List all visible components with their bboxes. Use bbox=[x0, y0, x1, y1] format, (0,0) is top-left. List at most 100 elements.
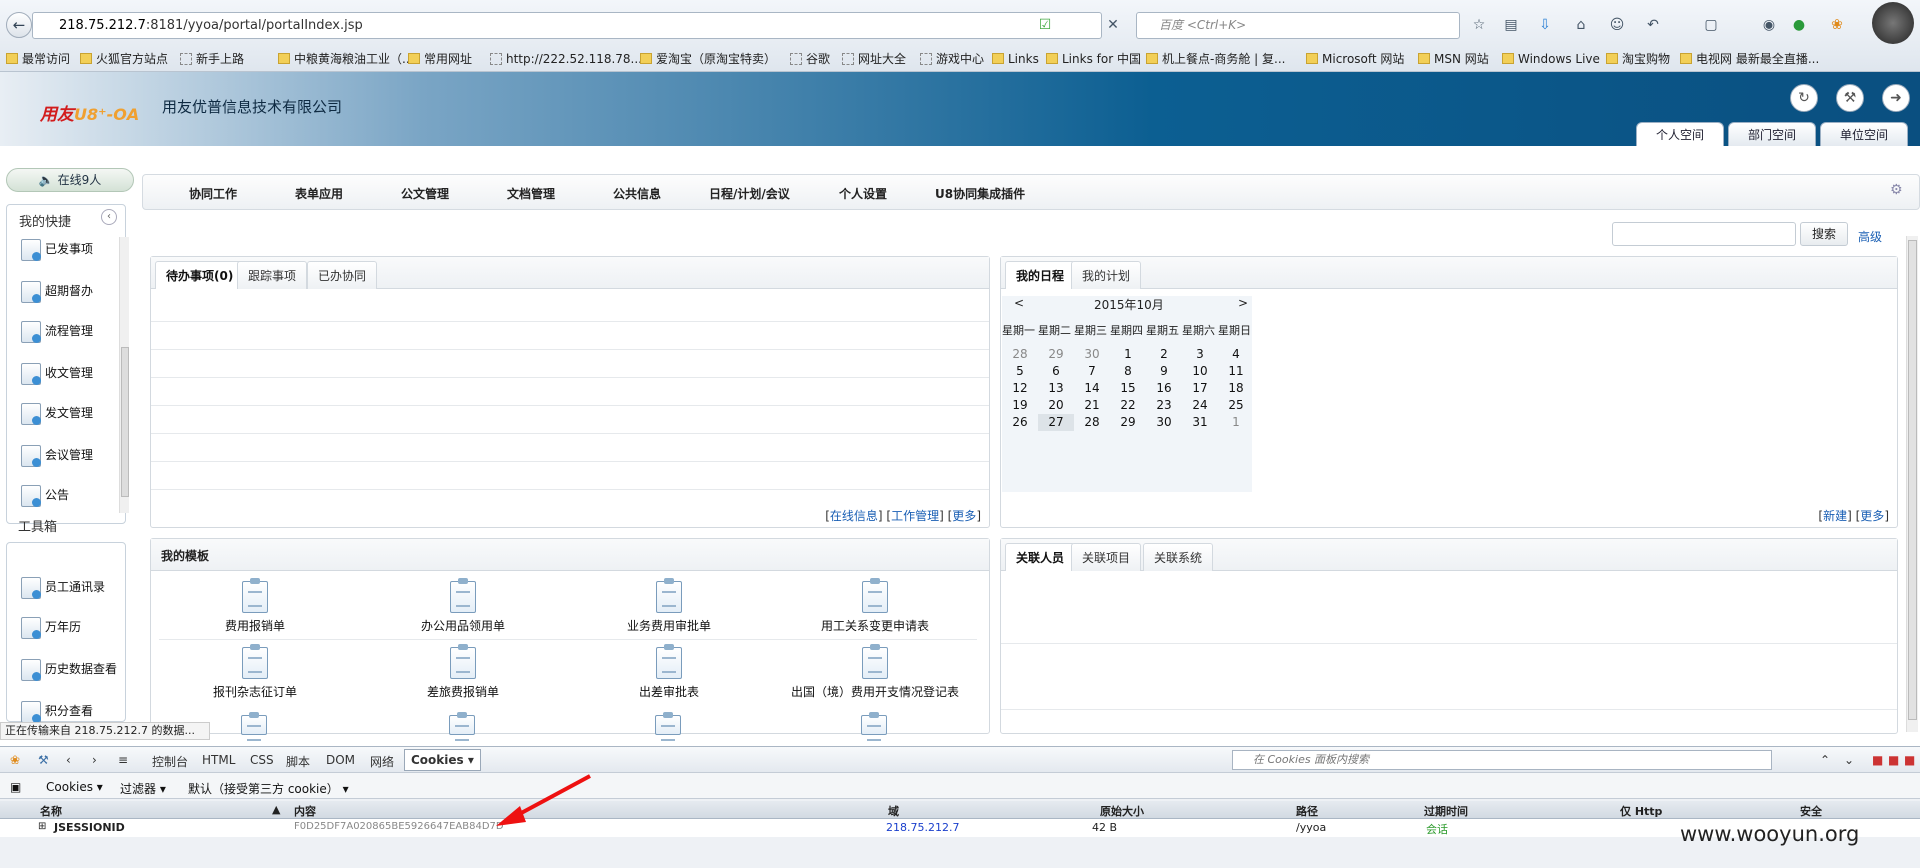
bookmark-15[interactable]: Windows Live bbox=[1502, 48, 1600, 70]
next-month-button[interactable]: > bbox=[1238, 296, 1248, 312]
bookmark-10[interactable]: Links bbox=[992, 48, 1039, 70]
calendar-day[interactable]: 8 bbox=[1110, 363, 1146, 380]
command-icon[interactable]: ≡ bbox=[118, 753, 128, 767]
template-item[interactable]: 用工关系变更申请表 bbox=[775, 578, 975, 634]
calendar-day[interactable]: 28 bbox=[1002, 346, 1038, 363]
tool-item-directory[interactable]: 员工通讯录 bbox=[21, 571, 105, 603]
advanced-search-link[interactable]: 高级 bbox=[1858, 228, 1882, 245]
forward-nav-icon[interactable]: › bbox=[92, 753, 97, 767]
calendar-day[interactable]: 26 bbox=[1002, 414, 1038, 431]
calendar-day[interactable]: 29 bbox=[1110, 414, 1146, 431]
calendar-day[interactable]: 4 bbox=[1218, 346, 1254, 363]
address-bar[interactable]: 218.75.212.7:8181/yyoa/portal/portalInde… bbox=[32, 12, 1102, 39]
up-arrow-icon[interactable]: ⌃ bbox=[1820, 753, 1830, 767]
calendar-day[interactable]: 11 bbox=[1218, 363, 1254, 380]
quick-scrollbar[interactable] bbox=[119, 237, 129, 513]
crop-icon[interactable]: ▢ bbox=[1702, 16, 1720, 34]
schedule-more-link[interactable]: 更多 bbox=[1860, 509, 1884, 523]
filter-menu[interactable]: 过滤器 ▾ bbox=[120, 780, 166, 797]
calendar-day[interactable]: 25 bbox=[1218, 397, 1254, 414]
col-name[interactable]: 名称 bbox=[40, 803, 62, 819]
menu-public-info[interactable]: 公共信息 bbox=[613, 185, 661, 202]
menu-collaboration[interactable]: 协同工作 bbox=[189, 185, 237, 202]
search-engine-input[interactable]: 百度 <Ctrl+K> bbox=[1136, 12, 1460, 39]
menu-schedule[interactable]: 日程/计划/会议 bbox=[709, 185, 790, 202]
firebug-icon-small[interactable]: ❀ bbox=[10, 753, 20, 767]
work-manage-link[interactable]: 工作管理 bbox=[891, 509, 939, 523]
menu-official-docs[interactable]: 公文管理 bbox=[401, 185, 449, 202]
download-icon[interactable]: ⇩ bbox=[1536, 16, 1554, 34]
tab-script[interactable]: 脚本 bbox=[286, 753, 310, 770]
col-domain[interactable]: 域 bbox=[888, 803, 899, 819]
calendar-day[interactable]: 20 bbox=[1038, 397, 1074, 414]
clipboard-icon[interactable]: ▤ bbox=[1502, 16, 1520, 34]
inspect-icon[interactable]: ⚒ bbox=[38, 753, 49, 767]
bookmark-12[interactable]: 机上餐点-商务舱 | 复... bbox=[1146, 48, 1285, 70]
avatar[interactable] bbox=[1872, 2, 1914, 44]
calendar-day[interactable]: 21 bbox=[1074, 397, 1110, 414]
calendar-day[interactable]: 23 bbox=[1146, 397, 1182, 414]
expand-icon[interactable]: ⊞ bbox=[38, 821, 46, 832]
quick-item-overdue[interactable]: 超期督办 bbox=[21, 275, 93, 307]
down-arrow-icon[interactable]: ⌄ bbox=[1844, 753, 1854, 767]
col-expires[interactable]: 过期时间 bbox=[1424, 803, 1468, 819]
calendar-day[interactable]: 19 bbox=[1002, 397, 1038, 414]
quick-item-incoming-docs[interactable]: 收文管理 bbox=[21, 357, 93, 389]
bookmark-4[interactable]: 常用网址 bbox=[408, 48, 472, 70]
back-button[interactable]: ← bbox=[6, 12, 32, 38]
template-item[interactable]: 报刊杂志征订单 bbox=[155, 644, 355, 700]
gear-icon[interactable]: ⚙ bbox=[1890, 182, 1903, 198]
tab-css[interactable]: CSS bbox=[250, 753, 274, 767]
bookmark-9[interactable]: 游戏中心 bbox=[920, 48, 984, 70]
smiley-icon[interactable]: ☺ bbox=[1608, 16, 1626, 34]
calendar-day[interactable]: 27 bbox=[1038, 414, 1074, 431]
refresh-icon[interactable]: ↻ bbox=[1790, 84, 1818, 112]
close-icon[interactable]: ■ bbox=[1904, 753, 1915, 767]
bookmark-7[interactable]: 谷歌 bbox=[790, 48, 830, 70]
tab-related-systems[interactable]: 关联系统 bbox=[1143, 543, 1214, 571]
calendar-day[interactable]: 18 bbox=[1218, 380, 1254, 397]
tab-my-plan[interactable]: 我的计划 bbox=[1071, 261, 1142, 289]
bookmark-0[interactable]: 最常访问 bbox=[6, 48, 70, 70]
col-size[interactable]: 原始大小 bbox=[1100, 803, 1144, 819]
tab-network[interactable]: 网络 bbox=[370, 753, 394, 770]
clipboard-icon[interactable] bbox=[241, 712, 267, 741]
tab-console[interactable]: 控制台 bbox=[152, 753, 188, 770]
calendar-day[interactable]: 24 bbox=[1182, 397, 1218, 414]
bookmark-17[interactable]: 电视网 最新最全直播... bbox=[1680, 48, 1819, 70]
clipboard-icon[interactable] bbox=[861, 712, 887, 741]
stop-icon[interactable]: ✕ bbox=[1104, 16, 1122, 34]
bookmark-1[interactable]: 火狐官方站点 bbox=[80, 48, 168, 70]
page-scrollbar[interactable] bbox=[1906, 236, 1918, 732]
menu-personal-settings[interactable]: 个人设置 bbox=[839, 185, 887, 202]
more-link[interactable]: 更多 bbox=[952, 509, 976, 523]
quick-item-workflow[interactable]: 流程管理 bbox=[21, 315, 93, 347]
star-icon[interactable]: ☆ bbox=[1470, 16, 1488, 34]
tab-done[interactable]: 已办协同 bbox=[307, 261, 378, 289]
bookmark-11[interactable]: Links for 中国 bbox=[1046, 48, 1141, 70]
tab-unit-space[interactable]: 单位空间 bbox=[1820, 122, 1908, 146]
calendar-day[interactable]: 9 bbox=[1146, 363, 1182, 380]
calendar-day[interactable]: 2 bbox=[1146, 346, 1182, 363]
bookmark-13[interactable]: Microsoft 网站 bbox=[1306, 48, 1404, 70]
tool-item-history[interactable]: 历史数据查看 bbox=[21, 653, 117, 685]
calendar-day[interactable]: 31 bbox=[1182, 414, 1218, 431]
template-item[interactable]: 出差审批表 bbox=[569, 644, 769, 700]
tools-icon[interactable]: ⚒ bbox=[1836, 84, 1864, 112]
cookies-search-input[interactable]: 在 Cookies 面板内搜索 bbox=[1232, 750, 1772, 770]
bookmark-5[interactable]: http://222.52.118.78... bbox=[490, 48, 642, 70]
tab-cookies[interactable]: Cookies ▾ bbox=[404, 749, 481, 771]
menu-forms[interactable]: 表单应用 bbox=[295, 185, 343, 202]
bookmark-3[interactable]: 中粮黄海粮油工业（... bbox=[278, 48, 413, 70]
menu-documents[interactable]: 文档管理 bbox=[507, 185, 555, 202]
calendar-day[interactable]: 30 bbox=[1146, 414, 1182, 431]
calendar-day[interactable]: 17 bbox=[1182, 380, 1218, 397]
clipboard-icon[interactable] bbox=[449, 712, 475, 741]
menu-u8-plugin[interactable]: U8协同集成插件 bbox=[935, 185, 1025, 202]
calendar-day[interactable]: 6 bbox=[1038, 363, 1074, 380]
tab-related-people[interactable]: 关联人员 bbox=[1005, 543, 1076, 571]
calendar-day[interactable]: 1 bbox=[1110, 346, 1146, 363]
cookie-manager-icon[interactable]: ▣ bbox=[10, 780, 21, 794]
calendar-day[interactable]: 15 bbox=[1110, 380, 1146, 397]
template-item[interactable]: 办公用品领用单 bbox=[363, 578, 563, 634]
